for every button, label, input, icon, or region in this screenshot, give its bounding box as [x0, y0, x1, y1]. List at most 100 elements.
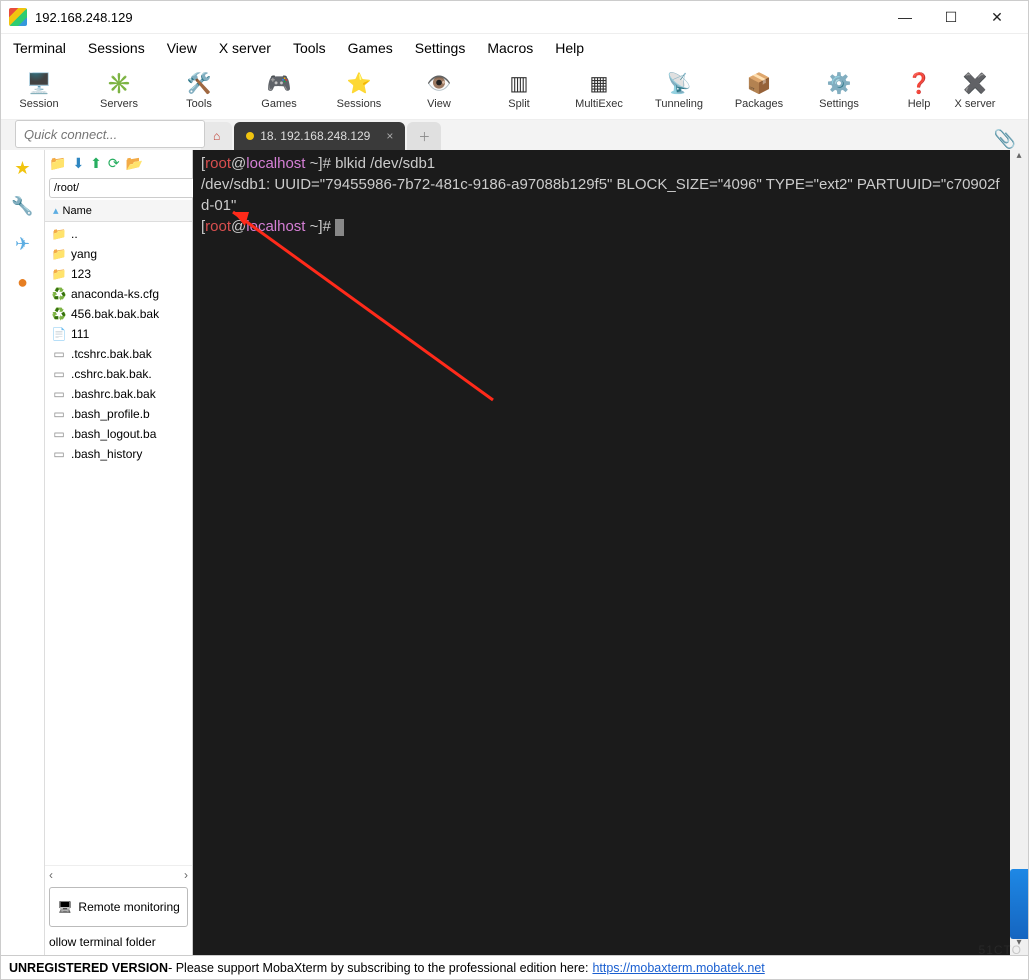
- tab-session-active[interactable]: 18. 192.168.248.129 ×: [234, 122, 405, 150]
- file-item[interactable]: 📁yang: [45, 244, 192, 264]
- menu-settings[interactable]: Settings: [415, 40, 466, 56]
- titlebar: 192.168.248.129 — ☐ ✕: [1, 1, 1028, 34]
- watermark: 51CTO: [979, 943, 1022, 957]
- settings-icon: ⚙️: [825, 72, 853, 96]
- new-folder-icon[interactable]: 📂: [126, 155, 143, 172]
- monitor-icon: 🖥: [57, 900, 72, 914]
- menu-tools[interactable]: Tools: [293, 40, 326, 56]
- toolbar-sessions[interactable]: ⭐Sessions: [331, 72, 387, 110]
- vertical-scrollbar[interactable]: ▴ ▾: [1010, 150, 1028, 955]
- menu-terminal[interactable]: Terminal: [13, 40, 66, 56]
- file-item[interactable]: ▭.tcshrc.bak.bak: [45, 344, 192, 364]
- x-server-icon: ✖️: [961, 72, 989, 96]
- toolbar-multiexec[interactable]: ▦MultiExec: [571, 72, 627, 110]
- follow-terminal-label[interactable]: ollow terminal folder: [45, 931, 192, 955]
- attachment-icon[interactable]: 📎: [994, 129, 1016, 150]
- footer-text: - Please support MobaXterm by subscribin…: [168, 961, 588, 975]
- servers-icon: ✳️: [105, 72, 133, 96]
- refresh-icon[interactable]: ⟳: [108, 155, 120, 172]
- app-icon: [9, 8, 27, 26]
- scroll-up-icon[interactable]: ▴: [1010, 150, 1028, 168]
- tools-icon[interactable]: 🔧: [11, 196, 35, 220]
- minimize-button[interactable]: —: [882, 1, 928, 34]
- file-item[interactable]: ▭.bash_logout.ba: [45, 424, 192, 444]
- file-item[interactable]: ▭.bashrc.bak.bak: [45, 384, 192, 404]
- tools-icon: 🛠️: [185, 72, 213, 96]
- menu-help[interactable]: Help: [555, 40, 584, 56]
- path-input[interactable]: [49, 178, 201, 198]
- file-icon: 📁: [51, 247, 67, 261]
- terminal-cursor: [335, 219, 344, 236]
- session-icon: 🖥️: [25, 72, 53, 96]
- toolbar-servers[interactable]: ✳️Servers: [91, 72, 147, 110]
- file-item[interactable]: 📁..: [45, 224, 192, 244]
- file-icon: ▭: [51, 387, 67, 401]
- terminal[interactable]: [root@localhost ~]# blkid /dev/sdb1 /dev…: [193, 150, 1010, 955]
- send-icon[interactable]: ✈: [11, 234, 35, 258]
- toolbar-packages[interactable]: 📦Packages: [731, 72, 787, 110]
- menu-games[interactable]: Games: [348, 40, 393, 56]
- tab-close-icon[interactable]: ×: [386, 129, 393, 143]
- menu-view[interactable]: View: [167, 40, 197, 56]
- file-icon: 📄: [51, 327, 67, 341]
- file-list: 📁..📁yang📁123♻️anaconda-ks.cfg♻️456.bak.b…: [45, 222, 192, 865]
- file-icon: 📁: [51, 267, 67, 281]
- annotation-arrow: [193, 150, 1010, 950]
- file-item[interactable]: 📁123: [45, 264, 192, 284]
- file-icon: ▭: [51, 447, 67, 461]
- toolbar-tools[interactable]: 🛠️Tools: [171, 72, 227, 110]
- toolbar-tunneling[interactable]: 📡Tunneling: [651, 72, 707, 110]
- upload-icon[interactable]: ⬆: [90, 155, 102, 172]
- sort-icon[interactable]: ▴: [53, 204, 59, 217]
- file-item[interactable]: ▭.bash_history: [45, 444, 192, 464]
- toolbar: 🖥️Session ✳️Servers 🛠️Tools 🎮Games ⭐Sessions…: [1, 62, 1028, 120]
- toolbar-games[interactable]: 🎮Games: [251, 72, 307, 110]
- file-icon: ▭: [51, 407, 67, 421]
- sftp-sidebar: 📁 ⬇ ⬆ ⟳ 📂 ✔ ▴ Name 📁..📁yang📁123♻️anacond…: [45, 150, 193, 955]
- footer-link[interactable]: https://mobaxterm.mobatek.net: [592, 961, 764, 975]
- tab-label: 18. 192.168.248.129: [260, 129, 370, 143]
- tab-new[interactable]: ＋: [407, 122, 441, 150]
- menu-macros[interactable]: Macros: [487, 40, 533, 56]
- left-icon-strip: ★ 🔧 ✈ ●: [1, 150, 45, 955]
- column-name: Name: [63, 205, 92, 217]
- file-item[interactable]: ▭.cshrc.bak.bak.: [45, 364, 192, 384]
- globe-icon[interactable]: ●: [11, 272, 35, 296]
- file-item[interactable]: ♻️456.bak.bak.bak: [45, 304, 192, 324]
- sidebar-toolbar: 📁 ⬇ ⬆ ⟳ 📂: [45, 150, 192, 176]
- toolbar-session[interactable]: 🖥️Session: [11, 72, 67, 110]
- file-item[interactable]: ▭.bash_profile.b: [45, 404, 192, 424]
- main-area: ★ 🔧 ✈ ● 📁 ⬇ ⬆ ⟳ 📂 ✔ ▴ Name 📁..📁yang📁123♻…: [1, 150, 1028, 955]
- home-icon: ⌂: [213, 129, 220, 143]
- multiexec-icon: ▦: [585, 72, 613, 96]
- menu-x-server[interactable]: X server: [219, 40, 271, 56]
- menubar: Terminal Sessions View X server Tools Games Se…: [1, 34, 1028, 62]
- remote-monitoring-button[interactable]: 🖥 Remote monitoring: [49, 887, 188, 927]
- sidebar-hscroll[interactable]: ‹›: [45, 865, 192, 883]
- close-button[interactable]: ✕: [974, 1, 1020, 34]
- toolbar-settings[interactable]: ⚙️Settings: [811, 72, 867, 110]
- footer: UNREGISTERED VERSION - Please support Mo…: [1, 955, 1028, 979]
- toolbar-split[interactable]: ▥Split: [491, 72, 547, 110]
- download-icon[interactable]: ⬇: [72, 155, 84, 172]
- maximize-button[interactable]: ☐: [928, 1, 974, 34]
- file-icon: ▭: [51, 347, 67, 361]
- window-title: 192.168.248.129: [35, 10, 882, 25]
- packages-icon: 📦: [745, 72, 773, 96]
- folder-icon[interactable]: 📁: [49, 155, 66, 172]
- view-icon: 👁️: [425, 72, 453, 96]
- toolbar-view[interactable]: 👁️View: [411, 72, 467, 110]
- toolbar-help[interactable]: ❓Help: [891, 72, 947, 110]
- file-icon: ♻️: [51, 287, 67, 301]
- star-icon[interactable]: ★: [11, 158, 35, 182]
- file-item[interactable]: ♻️anaconda-ks.cfg: [45, 284, 192, 304]
- side-tray[interactable]: [1010, 869, 1028, 939]
- file-item[interactable]: 📄111: [45, 324, 192, 344]
- quick-connect-input[interactable]: [15, 120, 205, 148]
- file-icon: ▭: [51, 427, 67, 441]
- menu-sessions[interactable]: Sessions: [88, 40, 145, 56]
- quick-connect: [15, 120, 205, 148]
- toolbar-x-server[interactable]: ✖️X server: [947, 72, 1003, 110]
- tab-home[interactable]: ⌂: [201, 122, 232, 150]
- file-icon: ▭: [51, 367, 67, 381]
